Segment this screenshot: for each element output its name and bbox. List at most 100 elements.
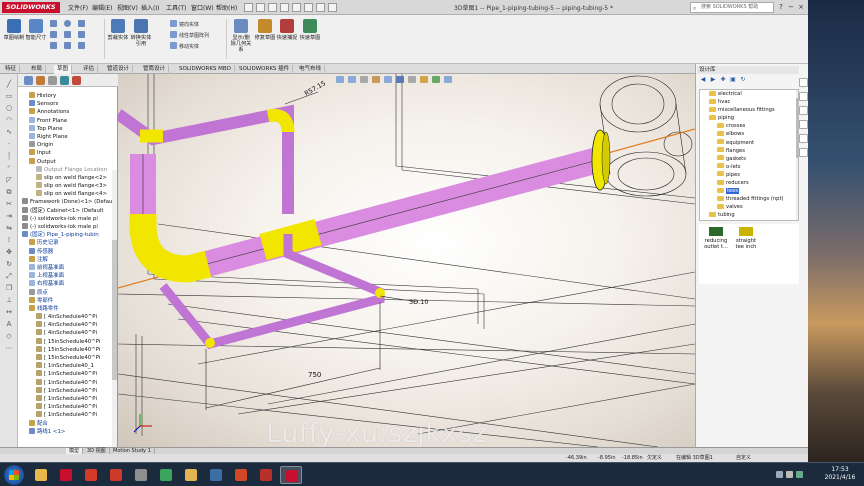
configuration-manager-tab-icon[interactable] <box>48 76 57 85</box>
fillet-icon[interactable]: ◜ <box>4 164 14 172</box>
feature-tree-item[interactable]: [ 1inSchedule40^Pi <box>20 378 116 387</box>
scrollbar-thumb[interactable] <box>112 240 117 380</box>
feature-tree-item[interactable]: [ 15inSchedule40^Pi <box>20 345 116 354</box>
relation-icon[interactable]: ⊥ <box>4 296 14 304</box>
centerline-icon[interactable]: ┆ <box>4 152 14 160</box>
dimension-label-branch[interactable]: 3D.10 <box>409 298 428 306</box>
hide-show-items-icon[interactable] <box>408 76 416 83</box>
feature-tree-scrollbar[interactable] <box>112 170 117 486</box>
taskbar-app-button[interactable] <box>155 466 177 484</box>
tab-addins[interactable]: SOLIDWORKS 插件 <box>236 65 294 74</box>
select-icon[interactable] <box>304 3 313 12</box>
taskbar-app-button[interactable] <box>255 466 277 484</box>
library-folder-item[interactable]: miscellaneous fittings <box>700 106 798 114</box>
tab-electrical-routing[interactable]: 电气布线 <box>296 65 326 74</box>
library-item-straight-tee[interactable]: straight tee inch <box>731 227 761 250</box>
arc-icon[interactable]: ◠ <box>4 116 14 124</box>
spline-tool-button[interactable] <box>78 20 87 28</box>
feature-tree-item[interactable]: Output <box>20 157 116 166</box>
save-icon[interactable] <box>268 3 277 12</box>
feature-tree-item[interactable]: [ 15inSchedule40^Pi <box>20 354 116 362</box>
library-folder-item[interactable]: electrical <box>700 90 798 98</box>
library-folder-item[interactable]: tubing <box>700 211 798 219</box>
library-folder-item[interactable]: gaskets <box>700 155 798 163</box>
taskbar-app-button[interactable] <box>80 466 102 484</box>
feature-tree-item[interactable]: (-) solidworks-lok male pi <box>20 223 116 231</box>
edit-appearance-icon[interactable] <box>420 76 428 83</box>
zoom-to-fit-icon[interactable] <box>336 76 344 83</box>
library-folder-item[interactable]: tees <box>700 187 798 195</box>
feature-tree-item[interactable]: slip on weld flange<4> <box>20 190 116 198</box>
quick-snaps-button[interactable]: 快速捕捉 <box>276 19 298 41</box>
feature-tree-item[interactable]: 上视基准面 <box>20 272 116 280</box>
taskbar-app-button[interactable] <box>105 466 127 484</box>
copy-icon[interactable]: ❐ <box>4 284 14 292</box>
tab-mbd[interactable]: SOLIDWORKS MBD <box>176 65 235 74</box>
refresh-icon[interactable]: ↻ <box>739 76 747 84</box>
feature-tree-item[interactable]: Input <box>20 149 116 157</box>
convert-entities-button[interactable]: 转换实体引用 <box>130 19 152 47</box>
feature-tree-item[interactable]: Framework (Done)<1> (Defau <box>20 198 116 206</box>
tab-piping[interactable]: 管道设计 <box>104 65 134 74</box>
library-folder-item[interactable]: pipes <box>700 171 798 179</box>
chamfer-icon[interactable]: ◸ <box>4 176 14 184</box>
feature-tree-item[interactable]: [ 4inSchedule40^Pi <box>20 321 116 329</box>
solidworks-resources-tab-icon[interactable] <box>799 78 808 87</box>
graphics-area[interactable]: 750 R57.15 3D.10 Luffy-xu:szjkxsz <box>118 74 695 447</box>
feature-tree-item[interactable]: [ 1inSchedule40^Pi <box>20 386 116 395</box>
tab-sketch[interactable]: 草图 <box>54 65 73 74</box>
network-icon[interactable] <box>776 471 783 478</box>
taskbar-app-button[interactable] <box>30 466 52 484</box>
dimxpert-tab-icon[interactable] <box>60 76 69 85</box>
mirror-entities-button[interactable]: 镜向实体 <box>170 20 199 28</box>
repair-sketch-button[interactable]: 修复草图 <box>254 19 276 41</box>
feature-tree-item[interactable]: [ 1inSchedule40^Pi <box>20 403 116 411</box>
file-explorer-tab-icon[interactable] <box>799 106 808 115</box>
trim-entities-button[interactable]: 剪裁实体 <box>107 19 129 41</box>
rotate-icon[interactable]: ↻ <box>4 260 14 268</box>
line-tool-button[interactable] <box>50 20 59 28</box>
feature-tree-item[interactable]: [ 1inSchedule40_1 <box>20 362 116 370</box>
taskbar-app-button[interactable] <box>130 466 152 484</box>
new-document-icon[interactable] <box>244 3 253 12</box>
feature-tree-item[interactable]: 零部件 <box>20 296 116 305</box>
feature-tree-item[interactable]: [ 1inSchedule40^Pi <box>20 394 116 403</box>
close-button[interactable]: × <box>796 2 806 12</box>
circle-icon[interactable]: ○ <box>4 104 14 112</box>
new-folder-icon[interactable]: ▣ <box>729 76 737 84</box>
forward-icon[interactable]: ▶ <box>709 76 717 84</box>
feature-tree-item[interactable]: Top Plane <box>20 124 116 133</box>
feature-tree-item[interactable]: (固定) Pipe_1-piping-tubin <box>20 231 116 239</box>
feature-tree-item[interactable]: 配合 <box>20 419 116 428</box>
display-manager-tab-icon[interactable] <box>72 76 81 85</box>
feature-tree-item[interactable]: [ 4inSchedule40^Pi <box>20 329 116 337</box>
dimension-label-radius[interactable]: R57.15 <box>303 79 327 97</box>
taskbar-app-button[interactable] <box>55 466 77 484</box>
back-icon[interactable]: ◀ <box>699 76 707 84</box>
feature-tree-item[interactable]: Origin <box>20 141 116 149</box>
tab-tubing[interactable]: 管筒设计 <box>140 65 170 74</box>
print-icon[interactable] <box>280 3 289 12</box>
display-relations-button[interactable]: 显示/删除几何关系 <box>230 19 252 53</box>
library-folder-item[interactable]: valves <box>700 203 798 211</box>
open-icon[interactable] <box>256 3 265 12</box>
upper-elbow[interactable] <box>266 108 295 133</box>
appearances-tab-icon[interactable] <box>799 134 808 143</box>
feature-tree-item[interactable]: Annotations <box>20 108 116 116</box>
library-folder-item[interactable]: piping <box>700 114 798 122</box>
polygon-tool-button[interactable] <box>64 42 73 50</box>
line-icon[interactable]: ╱ <box>4 80 14 88</box>
feature-tree-item[interactable]: History <box>20 92 116 100</box>
main-pipe[interactable] <box>130 147 602 283</box>
previous-view-icon[interactable] <box>360 76 368 83</box>
menu-window[interactable]: 窗口(W) <box>191 3 214 12</box>
taskbar-app-button[interactable] <box>280 466 302 484</box>
library-folder-item[interactable]: o-lets <box>700 163 798 171</box>
trim-icon[interactable]: ✂ <box>4 200 14 208</box>
help-search-input[interactable]: ⌕ 搜索 SOLIDWORKS 帮助 <box>690 2 774 13</box>
rectangle-icon[interactable]: ▭ <box>4 92 14 100</box>
apply-scene-icon[interactable] <box>432 76 440 83</box>
menu-tools[interactable]: 工具(T) <box>166 3 186 12</box>
help-button[interactable]: ? <box>776 2 786 12</box>
feature-tree-item[interactable]: 右视基准面 <box>20 280 116 288</box>
